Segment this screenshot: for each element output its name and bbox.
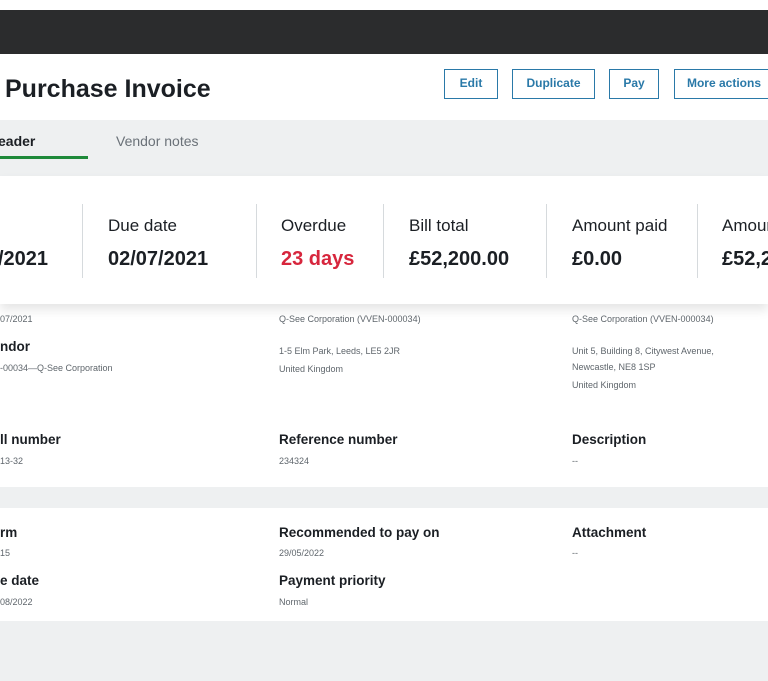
vendor-label: ndor xyxy=(0,339,30,354)
top-app-bar xyxy=(0,10,768,54)
description-value: -- xyxy=(572,456,578,466)
tab-vendor-notes[interactable]: Vendor notes xyxy=(116,133,199,149)
invoice-date-value: /2021 xyxy=(0,248,49,270)
attachment-value[interactable]: -- xyxy=(572,548,578,558)
remit-address-line: Newcastle, NE8 1SP xyxy=(572,362,656,372)
metric-amount-due: Amour £52,2 xyxy=(722,216,768,271)
amount-due-value: £52,2 xyxy=(722,248,768,270)
reference-number-label: Reference number xyxy=(279,432,398,447)
overdue-value: 23 days xyxy=(281,248,355,270)
reference-number-value: 234324 xyxy=(279,456,310,466)
invoice-details-panel xyxy=(0,304,768,487)
term-label: rm xyxy=(0,525,18,540)
duplicate-button[interactable]: Duplicate xyxy=(512,69,595,99)
tab-header[interactable]: eader xyxy=(0,133,35,149)
vendor-address-title: Q-See Corporation (VVEN-000034) xyxy=(279,314,421,324)
summary-card: /2021 Due date 02/07/2021 Overdue 23 day… xyxy=(0,176,768,304)
payment-due-date-value: 08/2022 xyxy=(0,597,33,607)
payment-due-date-label: e date xyxy=(0,573,40,588)
description-label: Description xyxy=(572,432,647,447)
vendor-address-line: United Kingdom xyxy=(279,364,344,374)
edit-button[interactable]: Edit xyxy=(444,69,498,99)
divider xyxy=(82,204,83,278)
metric-due-date: Due date 02/07/2021 xyxy=(108,216,208,271)
amount-due-label: Amour xyxy=(722,216,768,235)
remit-address-line: Unit 5, Building 8, Citywest Avenue, xyxy=(572,346,714,356)
vendor-value[interactable]: -00034—Q-See Corporation xyxy=(0,363,113,373)
divider xyxy=(256,204,257,278)
divider xyxy=(383,204,384,278)
remit-address-line: United Kingdom xyxy=(572,380,637,390)
attachment-label: Attachment xyxy=(572,525,647,540)
overdue-label: Overdue xyxy=(281,216,347,235)
amount-paid-label: Amount paid xyxy=(572,216,668,235)
active-tab-indicator xyxy=(0,156,88,159)
remit-address-title: Q-See Corporation (VVEN-000034) xyxy=(572,314,714,324)
metric-invoice-date: /2021 xyxy=(0,216,48,271)
metric-overdue: Overdue 23 days xyxy=(281,216,354,271)
recommended-pay-value: 29/05/2022 xyxy=(279,548,325,558)
bill-total-value: £52,200.00 xyxy=(409,248,510,270)
pay-button[interactable]: Pay xyxy=(609,69,659,99)
term-value: 15 xyxy=(0,548,11,558)
recommended-pay-label: Recommended to pay on xyxy=(279,525,440,540)
invoice-date-detail: 07/2021 xyxy=(0,314,33,324)
page-title: Purchase Invoice xyxy=(5,75,211,103)
amount-paid-value: £0.00 xyxy=(572,248,623,270)
bill-number-value: 13-32 xyxy=(0,456,24,466)
due-date-value: 02/07/2021 xyxy=(108,248,209,270)
divider xyxy=(546,204,547,278)
due-date-label: Due date xyxy=(108,216,177,235)
vendor-address-line: 1-5 Elm Park, Leeds, LE5 2JR xyxy=(279,346,401,356)
payment-priority-label: Payment priority xyxy=(279,573,386,588)
bill-total-label: Bill total xyxy=(409,216,469,235)
payment-priority-value: Normal xyxy=(279,597,309,607)
metric-amount-paid: Amount paid £0.00 xyxy=(572,216,667,271)
divider xyxy=(697,204,698,278)
metric-bill-total: Bill total £52,200.00 xyxy=(409,216,509,271)
more-actions-button[interactable]: More actions xyxy=(674,69,768,99)
bill-number-label: ll number xyxy=(0,432,61,447)
